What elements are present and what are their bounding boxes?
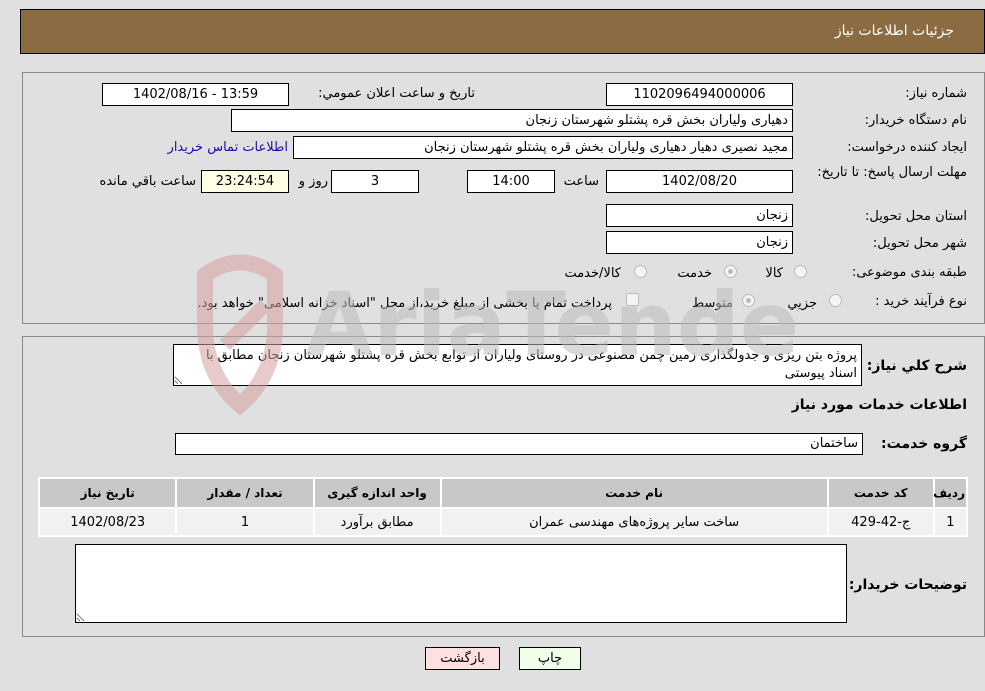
table-row: 1 ج-42-429 ساخت سایر پروژه‌های مهندسی عم… [40,509,966,535]
need-number-field: 1102096494000006 [606,83,793,106]
back-button[interactable]: بازگشت [425,647,500,670]
purchase-medium-label: متوسط [692,296,733,311]
city-field: زنجان [606,231,793,254]
buyer-org-field: دهیاری ولیاران بخش قره پشتلو شهرستان زنج… [231,109,793,132]
services-table: رديف کد خدمت نام خدمت واحد اندازه گيری ت… [38,477,968,537]
cell-service-code: ج-42-429 [828,509,933,535]
city-label: شهر محل تحویل: [872,236,967,251]
remaining-time-field: 23:24:54 [201,170,289,193]
treasury-checkbox[interactable] [626,293,639,306]
purchase-radio-minor[interactable] [829,294,842,307]
category-radio-goods[interactable] [794,265,807,278]
col-header-quantity: تعداد / مقدار [177,479,313,507]
purchase-radio-medium[interactable] [742,294,755,307]
days-label: روز و [298,174,328,189]
remaining-days-field: 3 [331,170,419,193]
cell-service-name: ساخت سایر پروژه‌های مهندسی عمران [441,509,827,535]
deadline-time-field: 14:00 [467,170,555,193]
deadline-time-label: ساعت [563,174,599,189]
page-title: جزئیات اطلاعات نیاز [834,23,954,39]
category-service-label: خدمت [677,266,712,281]
buyer-notes-textarea[interactable] [75,544,847,623]
treasury-note: پرداخت تمام یا بخشی از مبلغ خرید،از محل … [197,296,612,311]
category-radio-goods-service[interactable] [634,265,647,278]
buyer-contact-link[interactable]: اطلاعات تماس خریدار [168,140,288,155]
buyer-org-label: نام دستگاه خریدار: [864,113,967,128]
purchase-minor-label: جزيي [787,296,817,311]
table-header-row: رديف کد خدمت نام خدمت واحد اندازه گيری ت… [40,479,966,507]
cell-row-number: 1 [934,509,966,535]
category-radio-service[interactable] [724,265,737,278]
remaining-time-label: ساعت باقي مانده [99,174,196,189]
col-header-need-date: تاريخ نياز [40,479,176,507]
col-header-service-code: کد خدمت [828,479,933,507]
service-group-field: ساختمان [175,433,863,455]
page-header: جزئیات اطلاعات نیاز [20,9,985,54]
deadline-date-field: 1402/08/20 [606,170,793,193]
announce-datetime-field: 1402/08/16 - 13:59 [102,83,289,106]
province-field: زنجان [606,204,793,227]
requester-field: مجید نصیری دهیار دهیاری ولیاران بخش قره … [293,136,793,159]
deadline-label: مهلت ارسال پاسخ: تا تاریخ: [817,165,967,180]
cell-unit: مطابق برآورد [314,509,440,535]
buyer-notes-label: توضیحات خریدار: [848,577,967,593]
description-textarea[interactable]: پروژه بتن ریزی و جدولگذاری زمین چمن مصنو… [173,344,862,386]
purchase-type-label: نوع فرآیند خرید : [875,294,967,309]
col-header-unit: واحد اندازه گيری [314,479,440,507]
province-label: استان محل تحویل: [865,209,967,224]
announce-datetime-label: تاریخ و ساعت اعلان عمومي: [318,86,475,101]
print-button[interactable]: چاپ [519,647,581,670]
requester-label: ایجاد کننده درخواست: [847,140,967,155]
category-goods-label: کالا [765,266,783,281]
category-label: طبقه بندی موضوعی: [851,265,967,280]
description-label: شرح کلي نياز: [866,358,967,374]
category-goods-service-label: کالا/خدمت [564,266,621,281]
service-group-label: گروه خدمت: [881,436,967,452]
col-header-service-name: نام خدمت [441,479,827,507]
cell-need-date: 1402/08/23 [40,509,176,535]
col-header-row-number: رديف [933,479,966,507]
services-heading: اطلاعات خدمات مورد نياز [791,397,967,413]
need-number-label: شماره نیاز: [905,86,967,101]
cell-quantity: 1 [177,509,313,535]
